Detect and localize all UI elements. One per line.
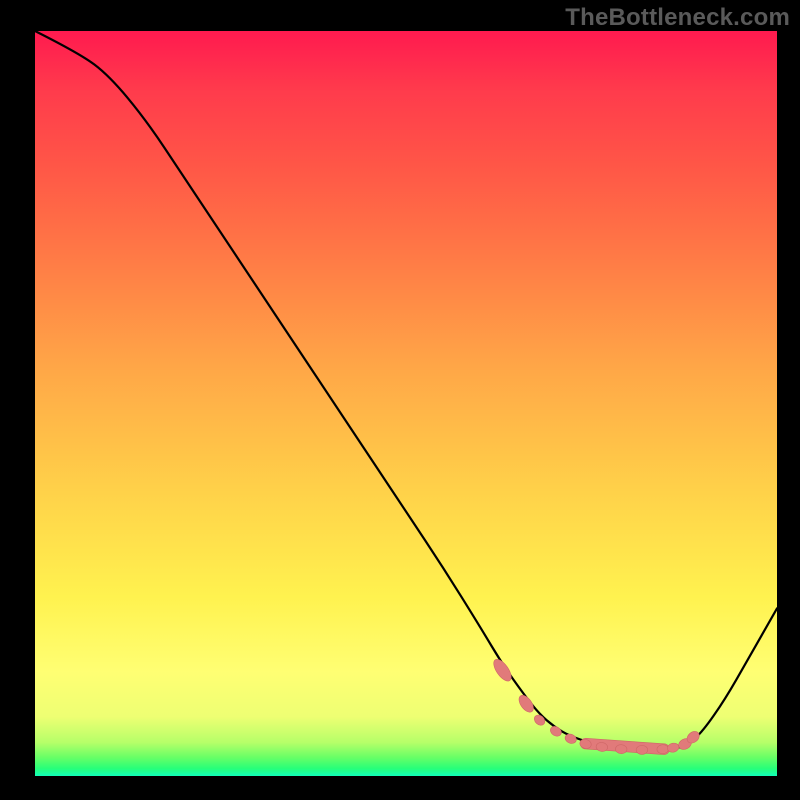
highlight-marker [677,736,694,751]
highlight-marker [657,744,669,754]
highlight-marker [685,729,702,745]
plot-area [35,31,777,776]
highlight-marker [615,744,627,754]
highlight-marker [636,745,648,754]
highlight-marker [596,742,609,753]
bottleneck-curve [35,31,777,750]
highlight-marker [490,657,514,684]
highlight-marker [516,693,536,715]
highlight-marker [579,738,592,750]
highlight-valley [580,738,670,755]
highlight-marker [532,713,547,727]
highlight-marker [564,732,578,745]
marker-group [490,657,701,755]
curve-svg [35,31,777,776]
chart-frame: TheBottleneck.com [0,0,800,800]
watermark-text: TheBottleneck.com [565,4,790,32]
highlight-marker [549,724,564,738]
highlight-marker [666,742,679,753]
